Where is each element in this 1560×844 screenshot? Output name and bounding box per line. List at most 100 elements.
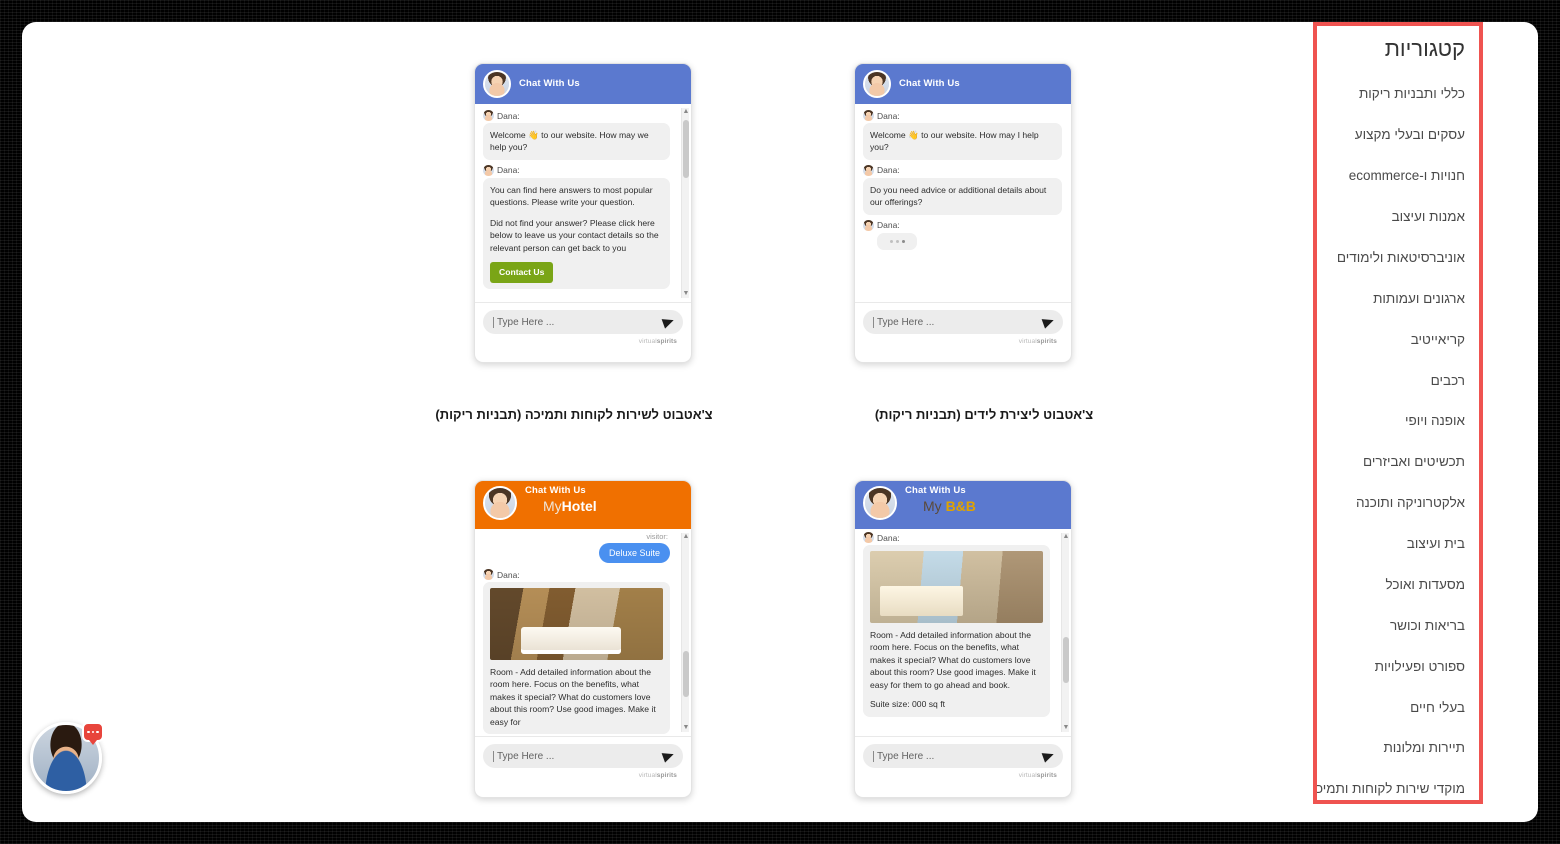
chat-input-area[interactable]: Type Here ... virtualspirits [475, 736, 691, 786]
scroll-thumb[interactable] [1063, 637, 1069, 683]
chat-input-placeholder: Type Here ... [497, 750, 555, 762]
text-caret [873, 750, 874, 762]
chat-scrollbar[interactable]: ▲ ▼ [1061, 533, 1069, 732]
sidebar-item-customer-support[interactable]: מוקדי שירות לקוחות ותמיכה [1317, 781, 1465, 798]
sender-avatar-icon [483, 569, 494, 580]
sidebar-item-sports[interactable]: ספורט ופעילויות [1327, 659, 1465, 676]
message-text: Did not find your answer? Please click h… [490, 217, 659, 253]
sidebar-item-electronics[interactable]: אלקטרוניקה ותוכנה [1327, 495, 1465, 512]
sender-name: Dana: [877, 165, 900, 176]
chat-widget-leadgen[interactable]: Chat With Us Dana: Welcome 👋 to our webs… [854, 63, 1072, 363]
message-sender: Dana: [863, 532, 1050, 543]
scroll-up-icon[interactable]: ▲ [1062, 533, 1070, 541]
chat-input[interactable]: Type Here ... [863, 744, 1063, 768]
scroll-down-icon[interactable]: ▼ [682, 290, 690, 298]
suite-size-text: Suite size: 000 sq ft [870, 699, 945, 710]
chat-message: Dana: You can find here answers to most … [483, 164, 670, 289]
bnb-room-image [870, 551, 1043, 623]
brand-prefix: My [543, 497, 562, 514]
sender-name: Dana: [877, 532, 900, 543]
sidebar-item-creative[interactable]: קריאייטיב [1327, 332, 1465, 349]
chat-widget-bnb[interactable]: Chat With Us My B&B ▲ ▼ Dana: Room - Add… [854, 480, 1072, 798]
sender-avatar-icon [863, 219, 874, 231]
sidebar-item-fashion-beauty[interactable]: אופנה ויופי [1327, 413, 1465, 430]
message-bubble: Welcome 👋 to our website. How may I help… [863, 123, 1062, 160]
sidebar-item-organizations[interactable]: ארגונים ועמותות [1327, 291, 1465, 308]
chat-input[interactable]: Type Here ... [483, 310, 683, 334]
chat-widget-hotel[interactable]: Chat With Us MyHotel ▲ ▼ visitor: Deluxe… [474, 480, 692, 798]
chat-scrollbar[interactable]: ▲ ▼ [681, 533, 689, 732]
scroll-thumb[interactable] [683, 651, 689, 697]
sidebar-item-health-fitness[interactable]: בריאות וכושר [1327, 618, 1465, 635]
chat-message-typing: Dana: [863, 219, 1062, 250]
sidebar-item-ecommerce[interactable]: חנויות ו-ecommerce [1327, 168, 1465, 185]
chat-message: Dana: Welcome 👋 to our website. How may … [483, 110, 670, 160]
sidebar-item-art-design[interactable]: אמנות ועיצוב [1327, 209, 1465, 226]
send-icon[interactable] [661, 315, 676, 329]
sidebar-item-general[interactable]: כללי ותבניות ריקות [1327, 86, 1465, 103]
chat-header: Chat With Us [475, 64, 691, 104]
screenshot-root: Chat With Us ▲ ▼ Dana: Welcome 👋 to our … [0, 0, 1560, 844]
scroll-down-icon[interactable]: ▼ [1062, 724, 1070, 732]
watermark-light: virtual [638, 772, 657, 779]
chat-input[interactable]: Type Here ... [863, 310, 1063, 334]
widget-caption-leadgen: צ'אטבוט ליצירת לידים (תבניות ריקות) [874, 407, 1094, 422]
sidebar-item-vehicles[interactable]: רכבים [1327, 373, 1465, 390]
chat-input-placeholder: Type Here ... [877, 316, 935, 328]
sidebar-item-restaurants[interactable]: מסעדות ואוכל [1327, 577, 1465, 594]
send-icon[interactable] [1041, 749, 1056, 763]
brand-prefix: My [923, 497, 946, 514]
send-icon[interactable] [661, 749, 676, 763]
chat-message-list[interactable]: Dana: Welcome 👋 to our website. How may … [855, 104, 1071, 302]
scroll-up-icon[interactable]: ▲ [682, 533, 690, 541]
sidebar-item-home-design[interactable]: בית ועיצוב [1327, 536, 1465, 553]
sidebar-item-jewelry[interactable]: תכשיטים ואביזרים [1327, 454, 1465, 471]
chat-widget-support[interactable]: Chat With Us ▲ ▼ Dana: Welcome 👋 to our … [474, 63, 692, 363]
message-bubble: You can find here answers to most popula… [483, 177, 670, 289]
chat-message-list[interactable]: ▲ ▼ Dana: Welcome 👋 to our website. How … [475, 104, 691, 302]
watermark-bold: spirits [1036, 772, 1057, 779]
sidebar-item-pets[interactable]: בעלי חיים [1327, 700, 1465, 717]
page-canvas: Chat With Us ▲ ▼ Dana: Welcome 👋 to our … [22, 22, 1538, 822]
chat-message-list[interactable]: ▲ ▼ Dana: Room - Add detailed informatio… [855, 529, 1071, 736]
chat-input-area[interactable]: Type Here ... virtualspirits [475, 302, 691, 352]
watermark-bold: spirits [656, 772, 677, 779]
watermark: virtualspirits [863, 768, 1063, 784]
text-caret [873, 316, 874, 328]
send-icon[interactable] [1041, 315, 1056, 329]
sender-avatar-icon [863, 164, 874, 176]
text-caret [493, 750, 494, 762]
chat-scrollbar[interactable]: ▲ ▼ [681, 108, 689, 298]
categories-sidebar[interactable]: קטגוריות כללי ותבניות ריקות עסקים ובעלי … [1313, 22, 1483, 804]
agent-avatar-icon [863, 486, 897, 520]
sender-name: Dana: [497, 165, 520, 176]
chat-header: Chat With Us My B&B [855, 481, 1071, 529]
chat-input-area[interactable]: Type Here ... virtualspirits [855, 736, 1071, 786]
watermark-light: virtual [1018, 338, 1037, 345]
sender-avatar-icon [863, 110, 874, 121]
scroll-up-icon[interactable]: ▲ [682, 108, 690, 116]
chat-input-area[interactable]: Type Here ... virtualspirits [855, 302, 1071, 352]
sidebar-item-universities[interactable]: אוניברסיטאות ולימודים [1327, 250, 1465, 267]
watermark: virtualspirits [483, 768, 683, 784]
chat-launcher[interactable] [30, 722, 104, 794]
chat-header-title: Chat With Us [519, 78, 580, 90]
agent-avatar-icon [863, 70, 891, 98]
widget-caption-support: צ'אטבוט לשירות לקוחות ותמיכה (תבניות ריק… [435, 407, 713, 422]
chat-header-title: Chat With Us [905, 485, 966, 496]
scroll-down-icon[interactable]: ▼ [682, 724, 690, 732]
chat-input[interactable]: Type Here ... [483, 744, 683, 768]
chat-bubble-badge-icon[interactable] [82, 722, 104, 745]
sidebar-item-business[interactable]: עסקים ובעלי מקצוע [1327, 127, 1465, 144]
chat-brand: My B&B [923, 499, 976, 514]
brand-bold: B&B [945, 497, 976, 514]
sidebar-item-tourism-hotels[interactable]: תיירות ומלונות [1327, 740, 1465, 757]
sender-avatar-icon [863, 532, 874, 543]
message-text: Room - Add detailed information about th… [490, 667, 656, 727]
message-sender: Dana: [863, 164, 1062, 176]
message-sender: Dana: [483, 569, 670, 580]
scroll-thumb[interactable] [683, 120, 689, 178]
chat-input-placeholder: Type Here ... [497, 316, 555, 328]
chat-message-list[interactable]: ▲ ▼ visitor: Deluxe Suite Dana: Room - A… [475, 529, 691, 736]
contact-us-button[interactable]: Contact Us [490, 262, 554, 283]
